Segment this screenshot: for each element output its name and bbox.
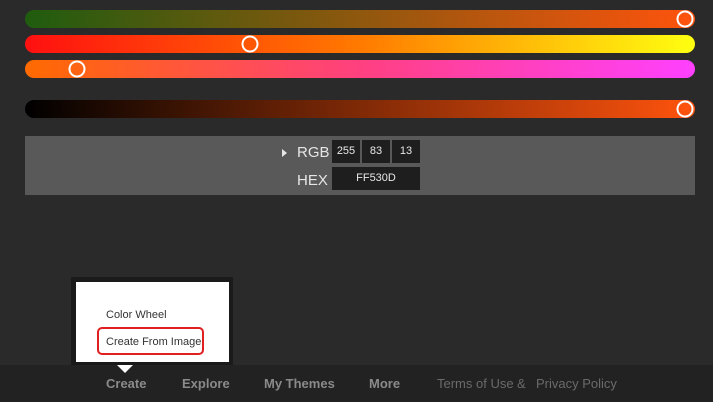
dropdown-caret-icon (117, 365, 133, 373)
menu-item-create-from-image[interactable]: Create From Image (106, 336, 201, 348)
rgb-label: RGB (297, 144, 330, 161)
rgb-g-field[interactable]: 83 (362, 140, 390, 163)
nav-my-themes[interactable]: My Themes (264, 376, 335, 391)
hex-label: HEX (297, 172, 328, 189)
nav-create[interactable]: Create (106, 376, 146, 391)
nav-explore[interactable]: Explore (182, 376, 230, 391)
slider-brightness[interactable] (25, 100, 695, 118)
dropdown-body: Color Wheel Create From Image (76, 282, 229, 362)
terms-link[interactable]: Terms of Use (437, 376, 514, 391)
create-dropdown-menu: Color Wheel Create From Image (71, 277, 233, 366)
slider-hue[interactable] (25, 10, 695, 28)
nav-more[interactable]: More (369, 376, 400, 391)
menu-item-color-wheel[interactable]: Color Wheel (106, 309, 167, 321)
slider-thumb[interactable] (676, 100, 694, 118)
color-values-panel: RGB 255 83 13 HEX FF530D (25, 136, 695, 195)
expand-triangle-icon[interactable] (282, 149, 287, 157)
privacy-link[interactable]: Privacy Policy (536, 376, 617, 391)
slider-tint[interactable] (25, 60, 695, 78)
hex-field[interactable]: FF530D (332, 167, 420, 190)
ampersand-text: & (517, 376, 526, 391)
slider-thumb[interactable] (241, 35, 258, 53)
rgb-r-field[interactable]: 255 (332, 140, 360, 163)
slider-saturation[interactable] (25, 35, 695, 53)
slider-thumb[interactable] (676, 10, 694, 28)
footer-nav: Create Explore My Themes More Terms of U… (0, 365, 713, 402)
rgb-b-field[interactable]: 13 (392, 140, 420, 163)
slider-thumb[interactable] (68, 60, 86, 78)
